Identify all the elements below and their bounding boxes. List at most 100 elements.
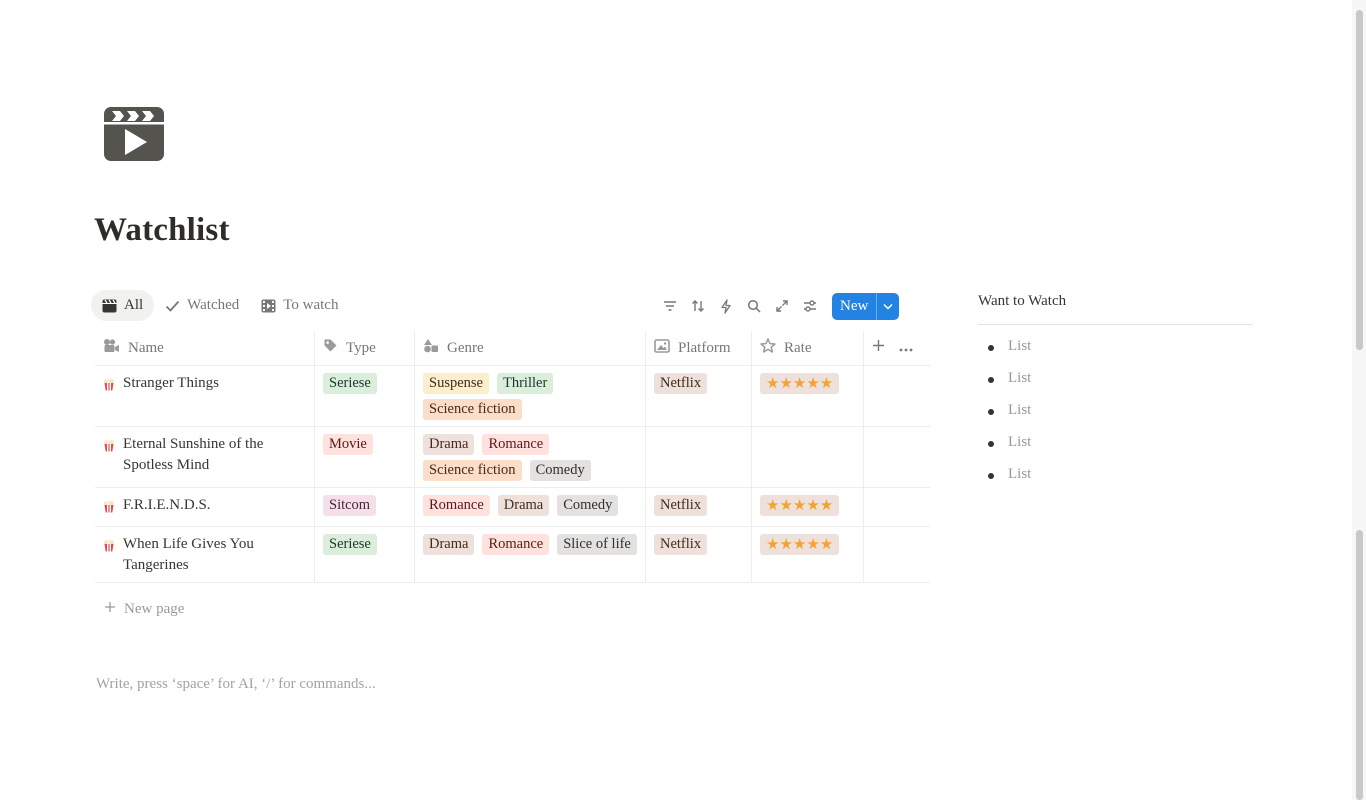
genre-tag: Romance [482,434,550,455]
table-row[interactable]: Stranger Things Seriese Suspense Thrille… [95,366,930,427]
clapperboard-icon[interactable] [104,107,164,161]
list-item-text: List [1008,402,1032,418]
table-row[interactable]: F.R.I.E.N.D.S. Sitcom Romance Drama Come… [95,488,930,527]
scrollbar-thumb[interactable] [1356,10,1363,350]
new-button[interactable]: New [832,292,900,320]
empty-cell [864,488,930,526]
genre-tag: Thriller [496,373,554,394]
new-page-label: New page [124,601,185,617]
platform-tag: Netflix [654,373,708,394]
chevron-down-icon[interactable] [876,292,899,320]
name-cell[interactable]: Eternal Sunshine of the Spotless Mind [95,427,315,487]
type-tag: Sitcom [323,495,377,516]
tag-icon [323,338,338,358]
plus-icon[interactable] [872,339,885,357]
new-page-button[interactable]: New page [104,601,184,618]
list-item-text: List [1008,338,1032,354]
column-label: Name [128,339,164,356]
column-header-type[interactable]: Type [315,331,415,365]
genre-tag: Drama [423,534,475,555]
type-cell[interactable]: Seriese [315,366,415,426]
view-tabs: All Watched To watch [91,290,349,321]
type-tag: Movie [323,434,373,455]
list-item[interactable]: List [986,434,1253,466]
table-row[interactable]: Eternal Sunshine of the Spotless Mind Mo… [95,427,930,488]
rate-cell[interactable] [752,427,864,487]
clapperboard-icon [102,299,117,313]
plus-icon [104,601,116,618]
tab-label: To watch [283,297,339,313]
genre-tag: Science fiction [423,399,522,420]
bullet-icon [988,441,994,447]
search-icon[interactable] [740,292,768,320]
list-item[interactable]: List [986,370,1253,402]
tab-all[interactable]: All [91,290,155,321]
row-title: Stranger Things [123,375,219,391]
table-row[interactable]: When Life Gives You Tangerines Seriese D… [95,527,930,583]
rating-stars: ★★★★★ [760,495,840,516]
row-title: Eternal Sunshine of the Spotless Mind [123,436,264,473]
column-header-platform[interactable]: Platform [646,331,752,365]
filter-icon[interactable] [656,292,684,320]
check-icon [165,299,180,313]
expand-icon[interactable] [768,292,796,320]
platform-tag: Netflix [654,495,708,516]
name-cell[interactable]: F.R.I.E.N.D.S. [95,488,315,526]
column-label: Platform [678,339,731,356]
genre-tag: Drama [423,434,475,455]
name-cell[interactable]: When Life Gives You Tangerines [95,527,315,582]
rate-cell[interactable]: ★★★★★ [752,488,864,526]
type-cell[interactable]: Sitcom [315,488,415,526]
panel-title[interactable]: Want to Watch [978,291,1253,325]
want-to-watch-panel: Want to Watch List List List List List [978,291,1253,498]
bullet-icon [988,409,994,415]
popcorn-icon [103,377,115,398]
genre-cell[interactable]: Romance Drama Comedy [415,488,646,526]
name-cell[interactable]: Stranger Things [95,366,315,426]
star-icon [760,338,776,358]
column-label: Genre [447,339,484,356]
column-label: Rate [784,339,812,356]
rate-cell[interactable]: ★★★★★ [752,366,864,426]
editor-placeholder[interactable]: Write, press ‘space’ for AI, ‘/’ for com… [96,676,376,693]
list-item-text: List [1008,434,1032,450]
column-label: Type [346,339,376,356]
page-title[interactable]: Watchlist [94,212,230,249]
column-header-genre[interactable]: Genre [415,331,646,365]
genre-cell[interactable]: Drama Romance Slice of life [415,527,646,582]
image-icon [654,338,670,358]
tab-to-watch[interactable]: To watch [250,290,349,321]
rate-cell[interactable]: ★★★★★ [752,527,864,582]
tab-label: All [124,297,144,313]
list-item[interactable]: List [986,466,1253,498]
more-icon[interactable] [899,340,913,357]
platform-cell[interactable]: Netflix [646,527,752,582]
platform-cell[interactable]: Netflix [646,488,752,526]
type-cell[interactable]: Movie [315,427,415,487]
genre-cell[interactable]: Drama Romance Science fiction Comedy [415,427,646,487]
bullet-icon [988,473,994,479]
platform-cell[interactable]: Netflix [646,366,752,426]
automation-icon[interactable] [712,292,740,320]
scrollbar[interactable] [1352,0,1366,800]
column-header-name[interactable]: Name [95,331,315,365]
platform-cell[interactable] [646,427,752,487]
settings-icon[interactable] [796,292,824,320]
list-item[interactable]: List [986,338,1253,370]
new-button-label: New [840,297,869,314]
row-title: F.R.I.E.N.D.S. [123,497,211,513]
scrollbar-thumb-lower[interactable] [1356,530,1363,800]
tab-watched[interactable]: Watched [154,290,250,321]
column-header-rate[interactable]: Rate [752,331,864,365]
list-item[interactable]: List [986,402,1253,434]
type-tag: Seriese [323,373,377,394]
list-item-text: List [1008,466,1032,482]
type-cell[interactable]: Seriese [315,527,415,582]
tab-label: Watched [187,297,240,313]
rating-stars: ★★★★★ [760,373,840,394]
genre-cell[interactable]: Suspense Thriller Science fiction [415,366,646,426]
empty-cell [864,527,930,582]
sort-icon[interactable] [684,292,712,320]
platform-tag: Netflix [654,534,708,555]
video-camera-icon [103,338,120,358]
